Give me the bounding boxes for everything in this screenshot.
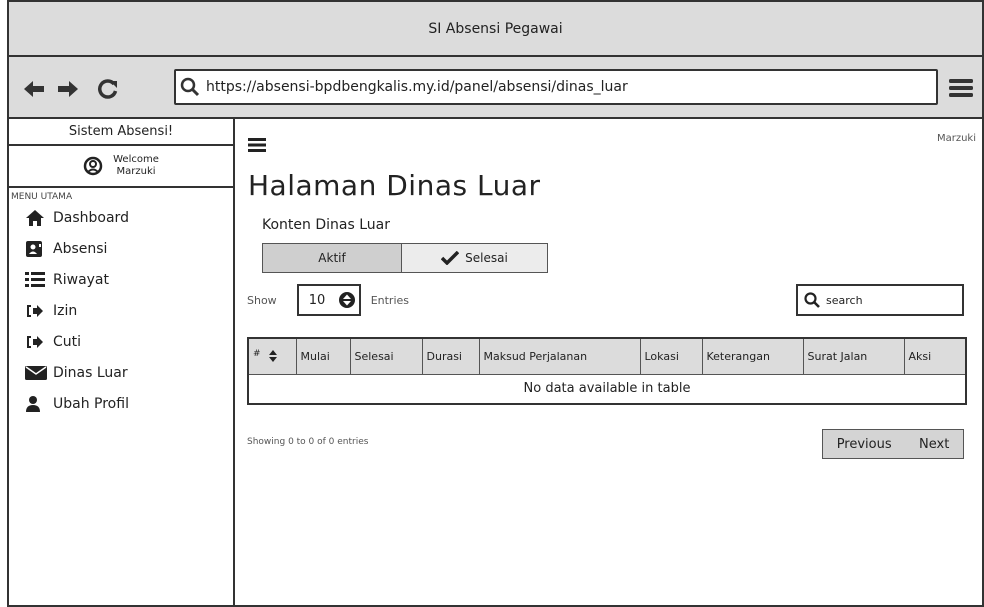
column-header-surat-jalan[interactable]: Surat Jalan [802, 337, 905, 375]
user-circle-icon [83, 156, 103, 176]
hamburger-menu-icon [949, 79, 973, 97]
sidebar-item-label: Riwayat [53, 271, 109, 288]
home-icon [25, 208, 47, 228]
sign-in-icon [25, 332, 47, 352]
column-header-keterangan[interactable]: Keterangan [701, 337, 804, 375]
browser-navbar: https://absensi-bpdbengkalis.my.id/panel… [9, 57, 982, 119]
list-icon [25, 270, 47, 290]
sort-icon [269, 350, 278, 363]
welcome-text: Welcome Marzuki [113, 154, 159, 178]
table-search-input[interactable]: search [796, 284, 964, 316]
sidebar-item-ubah-profil[interactable]: Ubah Profil [9, 388, 233, 419]
status-tabs: Aktif Selesai [262, 243, 548, 273]
entries-control: Show 10 Entries [247, 284, 409, 316]
column-header-selesai[interactable]: Selesai [349, 337, 423, 375]
search-icon [804, 292, 820, 308]
entries-label: Entries [370, 293, 409, 307]
sidebar-item-label: Absensi [53, 240, 108, 257]
hamburger-icon [248, 138, 266, 152]
contact-card-icon [25, 239, 47, 259]
arrow-left-icon [24, 81, 44, 97]
welcome-label: Welcome [113, 154, 159, 165]
arrow-right-icon [58, 81, 78, 97]
brand-label: Sistem Absensi! [68, 124, 174, 139]
sidebar-item-absensi[interactable]: Absensi [9, 233, 233, 264]
next-page-button[interactable]: Next [919, 437, 949, 452]
sidebar-brand: Sistem Absensi! [9, 119, 233, 146]
page-title: Halaman Dinas Luar [248, 169, 541, 202]
stepper-arrows-icon [338, 292, 355, 308]
column-header-maksud-perjalanan[interactable]: Maksud Perjalanan [478, 337, 641, 375]
back-button[interactable] [21, 77, 47, 101]
tab-label: Selesai [465, 251, 508, 265]
tab-label: Aktif [318, 251, 346, 265]
sidebar-toggle-button[interactable] [248, 137, 266, 152]
entries-stepper[interactable]: 10 [296, 284, 361, 316]
browser-menu-button[interactable] [948, 75, 974, 101]
sidebar-item-label: Izin [53, 302, 78, 319]
sidebar-item-label: Dinas Luar [53, 364, 128, 381]
section-subtitle: Konten Dinas Luar [262, 217, 390, 233]
search-placeholder: search [826, 293, 863, 307]
sidebar-item-cuti[interactable]: Cuti [9, 326, 233, 357]
header-user-name[interactable]: Marzuki [937, 133, 976, 144]
window-titlebar: SI Absensi Pegawai [9, 2, 982, 57]
sidebar-menu: Dashboard Absensi Riwayat Izin Cuti Dina… [9, 202, 233, 419]
sidebar-item-label: Ubah Profil [53, 395, 129, 412]
browser-window: SI Absensi Pegawai https://absensi-bpdbe… [7, 0, 984, 607]
column-header-number[interactable]: # [247, 337, 297, 375]
tab-aktif[interactable]: Aktif [262, 243, 402, 273]
column-header-lokasi[interactable]: Lokasi [639, 337, 703, 375]
user-icon [25, 394, 47, 414]
column-header-durasi[interactable]: Durasi [421, 337, 480, 375]
welcome-username: Marzuki [116, 166, 156, 177]
table-header-row: # Mulai Selesai Durasi Maksud Perjalanan… [247, 337, 967, 375]
checkmark-icon [441, 251, 460, 265]
sign-in-icon [25, 301, 47, 321]
table-info: Showing 0 to 0 of 0 entries [247, 437, 369, 447]
sidebar-item-dinas-luar[interactable]: Dinas Luar [9, 357, 233, 388]
show-label: Show [247, 293, 277, 307]
sidebar-item-izin[interactable]: Izin [9, 295, 233, 326]
previous-page-button[interactable]: Previous [837, 437, 892, 452]
reload-button[interactable] [95, 77, 121, 101]
table-row: No data available in table [247, 373, 967, 405]
forward-button[interactable] [55, 77, 81, 101]
sidebar: Sistem Absensi! Welcome Marzuki MENU UTA… [9, 119, 235, 605]
url-text: https://absensi-bpdbengkalis.my.id/panel… [206, 79, 628, 95]
window-title: SI Absensi Pegawai [428, 20, 563, 37]
column-header-mulai[interactable]: Mulai [295, 337, 351, 375]
sidebar-item-dashboard[interactable]: Dashboard [9, 202, 233, 233]
sidebar-item-label: Dashboard [53, 209, 129, 226]
sidebar-item-riwayat[interactable]: Riwayat [9, 264, 233, 295]
column-label: # [253, 349, 261, 360]
entries-value: 10 [308, 292, 326, 308]
search-icon [180, 77, 200, 97]
tab-selesai[interactable]: Selesai [402, 243, 548, 273]
address-bar[interactable]: https://absensi-bpdbengkalis.my.id/panel… [174, 69, 938, 105]
pagination: Previous Next [822, 429, 964, 459]
menu-heading: MENU UTAMA [11, 192, 73, 202]
reload-icon [98, 79, 118, 99]
envelope-icon [25, 363, 47, 383]
data-table: # Mulai Selesai Durasi Maksud Perjalanan… [247, 337, 967, 405]
empty-table-message: No data available in table [247, 373, 967, 405]
column-header-aksi[interactable]: Aksi [903, 337, 967, 375]
main-content: Marzuki Halaman Dinas Luar Konten Dinas … [235, 119, 982, 605]
sidebar-item-label: Cuti [53, 333, 82, 350]
sidebar-user-panel: Welcome Marzuki [9, 146, 233, 188]
